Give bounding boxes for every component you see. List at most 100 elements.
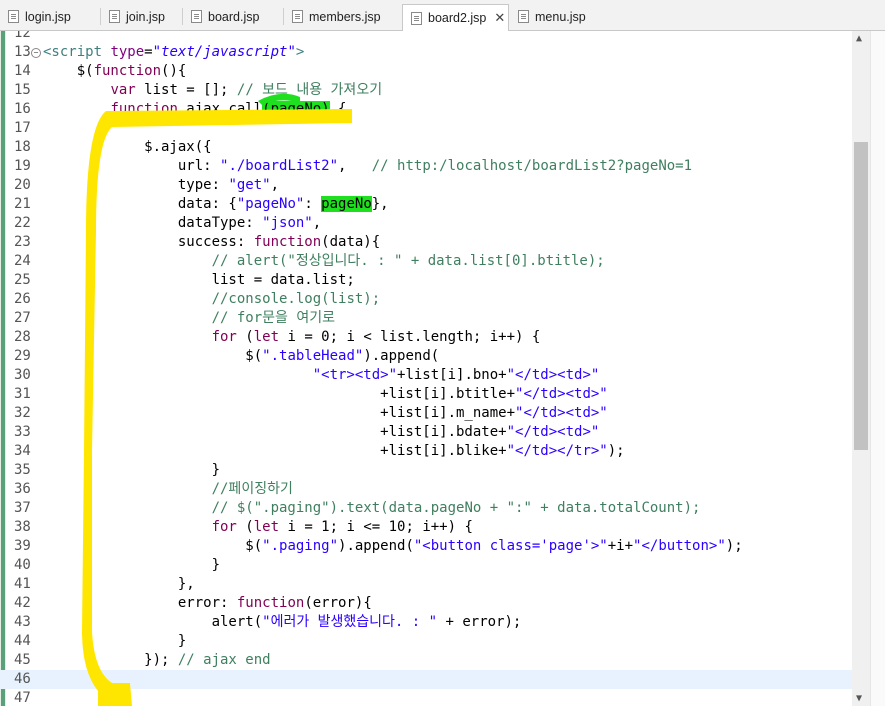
tab-board2-jsp[interactable]: board2.jsp ✕: [402, 4, 509, 31]
code-line[interactable]: 36 //페이징하기: [0, 480, 870, 499]
code-text: success: function(data){: [43, 234, 381, 250]
code-text: error: function(error){: [43, 595, 372, 611]
line-number: 14: [14, 63, 31, 79]
code-line[interactable]: 22 dataType: "json",: [0, 214, 870, 233]
code-text: }: [43, 557, 221, 573]
code-text: },: [43, 576, 195, 592]
code-line[interactable]: 14 $(function(){: [0, 62, 870, 81]
code-line[interactable]: 34 +list[i].blike+"</td></tr>");: [0, 442, 870, 461]
overview-ruler: [870, 31, 885, 706]
code-line[interactable]: 19 url: "./boardList2", // http:/localho…: [0, 157, 870, 176]
tab-label: menu.jsp: [535, 9, 586, 24]
code-line[interactable]: 24 // alert("정상입니다. : " + data.list[0].b…: [0, 252, 870, 271]
code-text: alert("에러가 발생했습니다. : " + error);: [43, 614, 522, 630]
code-line[interactable]: 44 }: [0, 632, 870, 651]
code-text: list = data.list;: [43, 272, 355, 288]
code-line[interactable]: 23 success: function(data){: [0, 233, 870, 252]
tab-label: join.jsp: [126, 9, 165, 24]
code-line[interactable]: 12: [0, 31, 870, 43]
code-line[interactable]: 16 function ajax_call(pageNo) {: [0, 100, 870, 119]
line-number: 24: [14, 253, 31, 269]
jsp-file-icon: [518, 10, 529, 23]
code-line[interactable]: 46: [0, 670, 870, 689]
code-line[interactable]: 40 }: [0, 556, 870, 575]
scroll-up-icon[interactable]: ▲: [856, 33, 862, 44]
tab-label: members.jsp: [309, 9, 381, 24]
code-line[interactable]: 38 for (let i = 1; i <= 10; i++) {: [0, 518, 870, 537]
tab-menu-jsp[interactable]: menu.jsp: [510, 4, 600, 29]
scrollbar-thumb[interactable]: [854, 142, 868, 450]
line-number: 38: [14, 519, 31, 535]
code-text: "<tr><td>"+list[i].bno+"</td><td>": [312, 367, 600, 383]
line-number: 37: [14, 500, 31, 516]
line-number: 26: [14, 291, 31, 307]
code-line[interactable]: 27 // for문을 여기로: [0, 309, 870, 328]
code-line[interactable]: 35 }: [0, 461, 870, 480]
fold-toggle-icon[interactable]: −: [31, 48, 41, 58]
code-text: $(".tableHead").append(: [43, 348, 440, 364]
line-number: 22: [14, 215, 31, 231]
code-text: }: [43, 690, 119, 706]
code-line[interactable]: 42 error: function(error){: [0, 594, 870, 613]
code-line[interactable]: 13− <script type="text/javascript">: [0, 43, 870, 62]
code-text: function ajax_call(pageNo) {: [110, 101, 347, 117]
line-number: 29: [14, 348, 31, 364]
line-number: 12: [14, 31, 31, 41]
code-line[interactable]: 43 alert("에러가 발생했습니다. : " + error);: [0, 613, 870, 632]
line-number: 31: [14, 386, 31, 402]
code-editor[interactable]: 12 13− <script type="text/javascript"> 14 $…: [0, 31, 870, 706]
line-number: 32: [14, 405, 31, 421]
line-number: 25: [14, 272, 31, 288]
code-text: $(function(){: [43, 63, 187, 79]
code-line[interactable]: 21 data: {"pageNo": pageNo},: [0, 195, 870, 214]
code-text: +list[i].blike+"</td></tr>");: [43, 443, 625, 459]
code-line[interactable]: 28 for (let i = 0; i < list.length; i++)…: [0, 328, 870, 347]
code-text: $(".paging").append("<button class='page…: [43, 538, 743, 554]
code-text: +list[i].btitle+"</td><td>": [43, 386, 608, 402]
code-text: // alert("정상입니다. : " + data.list[0].btit…: [211, 253, 605, 269]
tab-members-jsp[interactable]: members.jsp: [284, 4, 402, 29]
line-number: 35: [14, 462, 31, 478]
code-line[interactable]: 25 list = data.list;: [0, 271, 870, 290]
line-number: 40: [14, 557, 31, 573]
line-number: 34: [14, 443, 31, 459]
line-number: 17: [14, 120, 31, 136]
code-text: }: [43, 462, 221, 478]
code-line[interactable]: 37 // $(".paging").text(data.pageNo + ":…: [0, 499, 870, 518]
code-text: <script type="text/javascript">: [43, 44, 305, 60]
tab-join-jsp[interactable]: join.jsp: [101, 4, 182, 29]
line-number: 43: [14, 614, 31, 630]
code-line[interactable]: 39 $(".paging").append("<button class='p…: [0, 537, 870, 556]
code-line[interactable]: 41 },: [0, 575, 870, 594]
tab-login-jsp[interactable]: login.jsp: [0, 4, 100, 29]
code-line[interactable]: 47 }: [0, 689, 870, 706]
jsp-file-icon: [8, 10, 19, 23]
code-line[interactable]: 26 //console.log(list);: [0, 290, 870, 309]
tab-board-jsp[interactable]: board.jsp: [183, 4, 283, 29]
code-text: }: [43, 633, 187, 649]
code-text: $.ajax({: [43, 139, 212, 155]
code-line[interactable]: 31 +list[i].btitle+"</td><td>": [0, 385, 870, 404]
code-line[interactable]: 15 var list = []; // 보드 내용 가져오기: [0, 81, 870, 100]
code-line[interactable]: 18 $.ajax({: [0, 138, 870, 157]
code-text: +list[i].bdate+"</td><td>": [43, 424, 600, 440]
code-text: //console.log(list);: [211, 291, 381, 307]
code-line[interactable]: 32 +list[i].m_name+"</td><td>": [0, 404, 870, 423]
code-line[interactable]: 29 $(".tableHead").append(: [0, 347, 870, 366]
code-text: url: "./boardList2", // http:/localhost/…: [43, 158, 693, 174]
line-number: 18: [14, 139, 31, 155]
code-text: var list = []; // 보드 내용 가져오기: [110, 82, 383, 98]
code-line[interactable]: 20 type: "get",: [0, 176, 870, 195]
scroll-down-icon[interactable]: ▼: [856, 693, 862, 704]
vertical-scrollbar[interactable]: ▲ ▼: [852, 31, 870, 706]
code-line[interactable]: 33 +list[i].bdate+"</td><td>": [0, 423, 870, 442]
code-line[interactable]: 30 "<tr><td>"+list[i].bno+"</td><td>": [0, 366, 870, 385]
code-line[interactable]: 45 }); // ajax end: [0, 651, 870, 670]
close-icon[interactable]: ✕: [494, 10, 505, 26]
line-number: 28: [14, 329, 31, 345]
code-text: +list[i].m_name+"</td><td>": [43, 405, 608, 421]
code-line[interactable]: 17: [0, 119, 870, 138]
code-text: // $(".paging").text(data.pageNo + ":" +…: [211, 500, 701, 516]
line-number: 15: [14, 82, 31, 98]
code-text: }); // ajax end: [43, 652, 271, 668]
